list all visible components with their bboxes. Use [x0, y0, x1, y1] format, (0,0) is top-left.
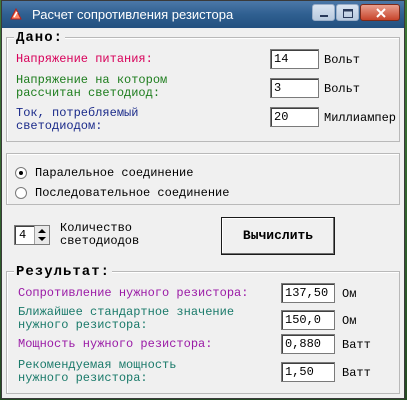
spinner-arrows[interactable] [34, 226, 49, 244]
led-voltage-input[interactable]: 3 [270, 78, 319, 98]
calculate-button[interactable]: Вычислить [221, 217, 335, 255]
power-label: Мощность нужного резистора: [18, 337, 213, 351]
led-count-spinner[interactable]: 4 [14, 225, 50, 245]
maximize-button[interactable] [336, 4, 359, 21]
led-count-value: 4 [19, 228, 27, 242]
window-content: Дано: Напряжение питания: 14 Вольт Напря… [2, 28, 404, 398]
resistance-output: 137,50 [281, 283, 335, 303]
minimize-icon [320, 15, 328, 17]
supply-voltage-label: Напряжение питания: [16, 52, 153, 66]
series-label[interactable]: Последовательное соединение [35, 186, 229, 200]
led-voltage-unit: Вольт [324, 82, 361, 96]
window-title: Расчет сопротивления резистора [32, 7, 234, 22]
recommended-power-label-line2: нужного резистора: [18, 371, 148, 385]
resistance-label: Сопротивление нужного резистора: [18, 286, 249, 300]
radio-selected-dot [19, 171, 23, 175]
result-group-legend: Результат: [14, 264, 113, 280]
led-current-input[interactable]: 20 [270, 107, 319, 127]
recommended-power-output: 1,50 [281, 362, 335, 382]
supply-voltage-input[interactable]: 14 [270, 49, 319, 69]
led-voltage-label-line2: рассчитан светодиод: [16, 86, 161, 100]
standard-resistance-output: 150,0 [281, 310, 335, 330]
maximize-icon [343, 9, 353, 18]
app-icon [10, 7, 22, 20]
standard-resistance-unit: Ом [342, 314, 357, 328]
app-window: Расчет сопротивления резистора Дано: Нап… [1, 0, 405, 399]
parallel-label[interactable]: Паралельное соединение [35, 166, 193, 180]
parallel-radio[interactable] [15, 167, 27, 179]
close-icon [376, 8, 386, 18]
close-button[interactable] [360, 4, 400, 21]
title-bar[interactable]: Расчет сопротивления резистора [2, 1, 404, 28]
series-radio[interactable] [15, 187, 27, 199]
supply-voltage-unit: Вольт [324, 53, 361, 67]
led-count-label-line2: светодиодов [60, 234, 140, 248]
input-group-legend: Дано: [14, 30, 66, 46]
spinner-up-down-icon [38, 229, 46, 241]
power-output: 0,880 [281, 334, 335, 354]
recommended-power-unit: Ватт [342, 366, 371, 380]
standard-resistance-label-line2: нужного резистора: [18, 318, 148, 332]
power-unit: Ватт [342, 338, 371, 352]
led-current-label-line2: светодиодом: [16, 119, 103, 133]
minimize-button[interactable] [312, 4, 335, 21]
led-current-unit: Миллиампер [324, 111, 397, 125]
resistance-unit: Ом [342, 287, 357, 301]
